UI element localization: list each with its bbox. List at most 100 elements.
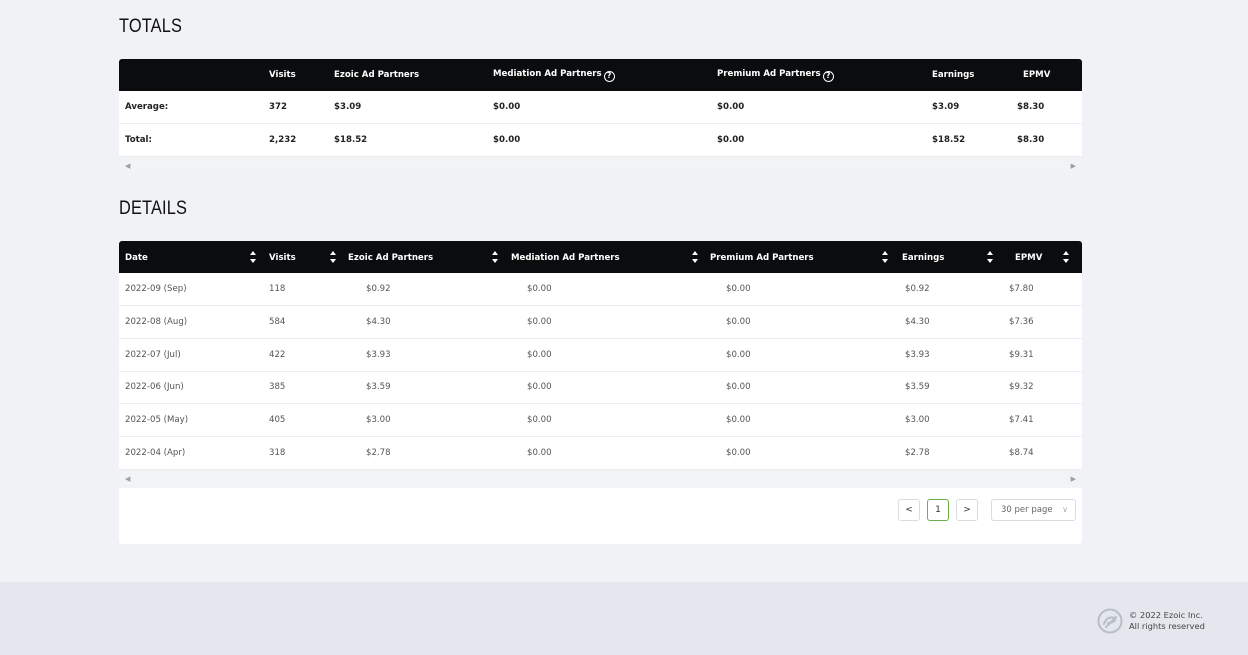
totals-cell: $8.30 (1005, 91, 1082, 124)
details-cell-premium: $0.00 (704, 403, 896, 437)
per-page-select[interactable]: 30 per page ∨ (991, 498, 1076, 521)
details-table: Date Visits Ezoic Ad Partners Mediation … (119, 241, 1082, 470)
details-card: Date Visits Ezoic Ad Partners Mediation … (119, 241, 1082, 544)
details-cell-premium: $0.00 (704, 273, 896, 307)
details-header-mediation: Mediation Ad Partners (511, 252, 620, 263)
sort-header-date[interactable]: Date (119, 241, 263, 273)
totals-header-ezoic: Ezoic Ad Partners (334, 70, 420, 80)
details-cell-epmv: $8.74 (999, 436, 1082, 470)
details-header-date: Date (125, 252, 148, 263)
horizontal-scrollbar[interactable]: ◀ ▶ (119, 156, 1082, 175)
details-cell-earnings: $3.93 (896, 338, 999, 372)
totals-cell: $3.09 (328, 91, 487, 124)
table-row: Average: 372 $3.09 $0.00 $0.00 $3.09 $8.… (119, 91, 1082, 124)
totals-cell: $18.52 (328, 123, 487, 157)
details-cell-visits: 405 (263, 403, 342, 437)
scroll-left-icon[interactable]: ◀ (125, 162, 130, 170)
next-page-button[interactable]: > (956, 498, 978, 521)
details-header-ezoic: Ezoic Ad Partners (348, 252, 434, 263)
details-cell-earnings: $4.30 (896, 305, 999, 339)
table-row: 2022-08 (Aug) 584 $4.30 $0.00 $0.00 $4.3… (119, 305, 1082, 339)
details-cell-epmv: $9.31 (999, 338, 1082, 372)
sort-header-earnings[interactable]: Earnings (896, 241, 999, 273)
details-cell-epmv: $7.80 (999, 273, 1082, 307)
totals-cell: $0.00 (711, 91, 926, 124)
details-cell-date: 2022-08 (Aug) (119, 305, 263, 339)
details-cell-earnings: $3.00 (896, 403, 999, 437)
sort-icon[interactable] (330, 251, 336, 263)
details-cell-epmv: $7.41 (999, 403, 1082, 437)
sort-icon[interactable] (1063, 251, 1069, 263)
totals-cell: $3.09 (926, 91, 1005, 124)
details-cell-premium: $0.00 (704, 338, 896, 372)
totals-card: Visits Ezoic Ad Partners Mediation Ad Pa… (119, 59, 1082, 175)
sort-icon[interactable] (987, 251, 993, 263)
details-header-earnings: Earnings (902, 252, 945, 263)
details-cell-visits: 422 (263, 338, 342, 372)
sort-icon[interactable] (882, 251, 888, 263)
ezoic-logo-icon (1097, 608, 1123, 638)
details-cell-epmv: $7.36 (999, 305, 1082, 339)
copyright-line: © 2022 Ezoic Inc. (1129, 610, 1203, 620)
details-cell-earnings: $3.59 (896, 371, 999, 405)
chevron-down-icon: ∨ (1062, 504, 1068, 514)
scroll-right-icon[interactable]: ▶ (1071, 162, 1076, 170)
totals-cell: 372 (263, 91, 328, 124)
details-cell-ezoic: $3.59 (342, 371, 505, 405)
sort-icon[interactable] (492, 251, 498, 263)
help-circle-icon[interactable]: ? (603, 70, 615, 82)
sort-header-premium[interactable]: Premium Ad Partners (704, 241, 896, 273)
details-cell-mediation: $0.00 (505, 338, 704, 372)
totals-cell: Average: (119, 91, 263, 124)
details-cell-ezoic: $3.00 (342, 403, 505, 437)
scroll-left-icon[interactable]: ◀ (125, 475, 130, 483)
totals-cell: $8.30 (1005, 123, 1082, 157)
sort-header-epmv[interactable]: EPMV (999, 241, 1082, 273)
details-cell-earnings: $0.92 (896, 273, 999, 307)
table-row: 2022-04 (Apr) 318 $2.78 $0.00 $0.00 $2.7… (119, 436, 1082, 470)
totals-cell: $0.00 (711, 123, 926, 157)
sort-header-visits[interactable]: Visits (263, 241, 342, 273)
details-cell-date: 2022-07 (Jul) (119, 338, 263, 372)
details-header-row: Date Visits Ezoic Ad Partners Mediation … (119, 241, 1082, 273)
details-header-premium: Premium Ad Partners (710, 252, 814, 263)
totals-header-premium: Premium Ad Partners? (711, 59, 926, 91)
sort-icon[interactable] (692, 251, 698, 263)
details-cell-epmv: $9.32 (999, 371, 1082, 405)
details-header-visits: Visits (269, 252, 296, 263)
details-cell-ezoic: $3.93 (342, 338, 505, 372)
details-cell-mediation: $0.00 (505, 371, 704, 405)
details-cell-mediation: $0.00 (505, 403, 704, 437)
details-cell-visits: 118 (263, 273, 342, 307)
rights-line: All rights reserved (1129, 621, 1205, 631)
details-cell-ezoic: $0.92 (342, 273, 505, 307)
totals-header-premium-label: Premium Ad Partners (717, 68, 821, 79)
horizontal-scrollbar[interactable]: ◀ ▶ (119, 469, 1082, 488)
details-cell-mediation: $0.00 (505, 436, 704, 470)
totals-cell: $0.00 (487, 123, 711, 157)
details-cell-mediation: $0.00 (505, 305, 704, 339)
details-cell-visits: 385 (263, 371, 342, 405)
sort-header-ezoic[interactable]: Ezoic Ad Partners (342, 241, 505, 273)
page-1-button[interactable]: 1 (927, 498, 949, 521)
totals-cell: Total: (119, 123, 263, 157)
totals-header-visits: Visits (269, 70, 296, 80)
table-row: Total: 2,232 $18.52 $0.00 $0.00 $18.52 $… (119, 123, 1082, 157)
details-cell-premium: $0.00 (704, 371, 896, 405)
totals-header-earnings: Earnings (932, 70, 975, 80)
table-row: 2022-07 (Jul) 422 $3.93 $0.00 $0.00 $3.9… (119, 338, 1082, 372)
details-cell-visits: 318 (263, 436, 342, 470)
help-circle-icon[interactable]: ? (822, 70, 834, 82)
details-cell-ezoic: $2.78 (342, 436, 505, 470)
scroll-right-icon[interactable]: ▶ (1071, 475, 1076, 483)
details-cell-date: 2022-06 (Jun) (119, 371, 263, 405)
footer: © 2022 Ezoic Inc. All rights reserved (0, 582, 1248, 655)
totals-cell: $0.00 (487, 91, 711, 124)
sort-header-mediation[interactable]: Mediation Ad Partners (505, 241, 704, 273)
table-row: 2022-06 (Jun) 385 $3.59 $0.00 $0.00 $3.5… (119, 371, 1082, 405)
details-cell-earnings: $2.78 (896, 436, 999, 470)
totals-header-label (119, 59, 263, 91)
sort-icon[interactable] (250, 251, 256, 263)
totals-title: TOTALS (119, 16, 183, 37)
prev-page-button[interactable]: < (898, 498, 920, 521)
